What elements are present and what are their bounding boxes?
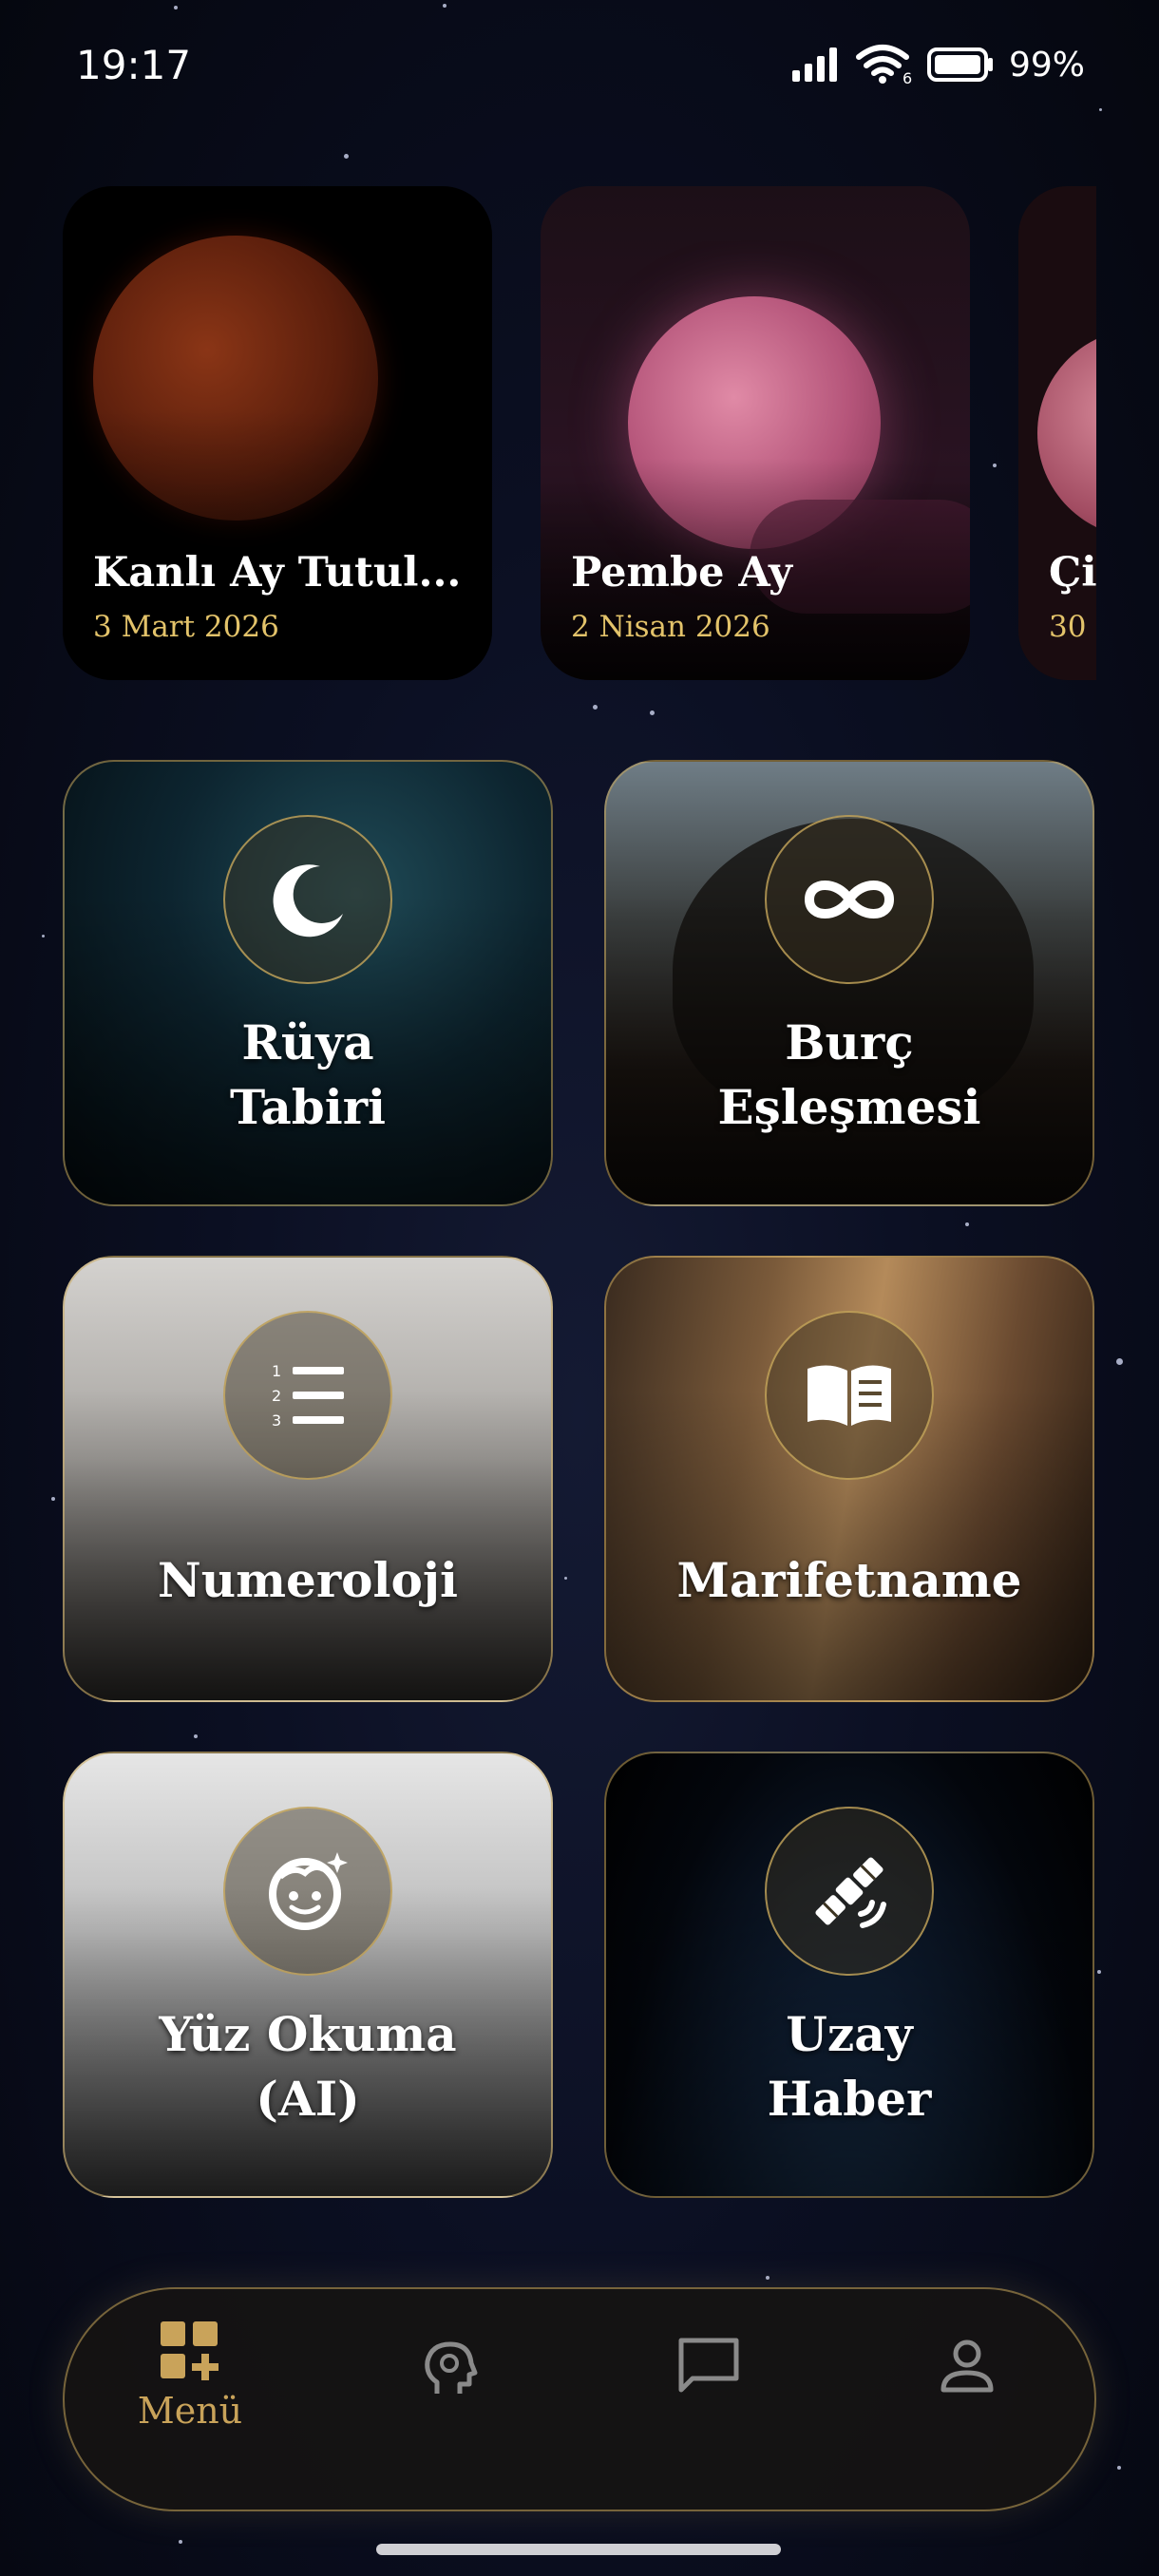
- profile-icon: [940, 2339, 994, 2393]
- card-shade: [541, 186, 970, 680]
- home-indicator[interactable]: [376, 2544, 781, 2555]
- nav-menu-label: Menü: [137, 2390, 243, 2432]
- tile-label-line1: Uzay: [786, 2006, 913, 2062]
- satellite-icon: [765, 1807, 934, 1976]
- tile-label-line2: Tabiri: [229, 1079, 387, 1135]
- nav-psychic[interactable]: [374, 2289, 526, 2513]
- event-card-blood-moon[interactable]: Kanlı Ay Tutul... 3 Mart 2026: [63, 186, 492, 680]
- moon-icon: [223, 815, 392, 984]
- infinity-icon: [765, 815, 934, 984]
- event-title: Kanlı Ay Tutul...: [93, 549, 462, 597]
- tile-numeroloji[interactable]: 1 2 3 Numeroloji: [63, 1256, 553, 1702]
- event-card-pink-moon[interactable]: Pembe Ay 2 Nisan 2026: [541, 186, 970, 680]
- card-shade: [63, 186, 492, 680]
- face-sparkle-icon: [223, 1807, 392, 1976]
- tile-label-line2: Eşleşmesi: [717, 1079, 981, 1135]
- event-date: 3 Mart 2026: [93, 610, 279, 644]
- tile-marifetname[interactable]: Marifetname: [604, 1256, 1094, 1702]
- event-card-partial[interactable]: Çil 30: [1018, 186, 1096, 680]
- tile-uzay-haber[interactable]: Uzay Haber: [604, 1752, 1094, 2198]
- event-date: 30: [1049, 610, 1087, 644]
- wifi-badge: 6: [902, 69, 912, 85]
- nav-profile[interactable]: [891, 2289, 1043, 2513]
- tile-yuz-okuma[interactable]: Yüz Okuma (AI): [63, 1752, 553, 2198]
- event-title: Pembe Ay: [571, 549, 793, 597]
- numbered-list-icon: 1 2 3: [223, 1311, 392, 1480]
- event-date: 2 Nisan 2026: [571, 610, 770, 644]
- tile-burc-eslesmesi[interactable]: Burç Eşleşmesi: [604, 760, 1094, 1206]
- tile-label: Uzay Haber: [606, 2002, 1092, 2131]
- tile-label: Marifetname: [606, 1548, 1092, 1613]
- partial-moon-image: [1037, 329, 1096, 538]
- tile-label-line1: Rüya: [241, 1014, 374, 1070]
- chat-icon: [678, 2338, 739, 2393]
- bottom-navigation: Menü: [63, 2287, 1096, 2511]
- battery-percent: 99%: [1008, 45, 1085, 85]
- menu-icon: [161, 2321, 218, 2380]
- nav-chat[interactable]: [633, 2289, 785, 2513]
- status-bar: 19:17 6 99%: [0, 0, 1159, 133]
- events-carousel[interactable]: Kanlı Ay Tutul... 3 Mart 2026 Pembe Ay 2…: [63, 186, 1096, 680]
- tile-label: Burç Eşleşmesi: [606, 1011, 1092, 1140]
- tile-label-line1: Burç: [785, 1014, 914, 1070]
- tile-label-line2: Haber: [767, 2071, 932, 2127]
- tile-label-line1: Numeroloji: [158, 1552, 458, 1608]
- tile-label: Numeroloji: [65, 1548, 551, 1613]
- svg-text:2: 2: [272, 1387, 281, 1405]
- battery-icon: [926, 47, 993, 82]
- wifi-icon: 6: [855, 45, 912, 85]
- signal-icon: [791, 47, 837, 82]
- open-book-icon: [765, 1311, 934, 1480]
- tile-label-line1: Yüz Okuma: [159, 2006, 457, 2062]
- tile-label-line1: Marifetname: [676, 1552, 1022, 1608]
- nav-menu[interactable]: Menü: [114, 2289, 266, 2513]
- psychic-head-icon: [425, 2341, 478, 2394]
- svg-text:1: 1: [272, 1362, 281, 1380]
- tile-label: Rüya Tabiri: [65, 1011, 551, 1140]
- tile-ruya-tabiri[interactable]: Rüya Tabiri: [63, 760, 553, 1206]
- status-time: 19:17: [76, 42, 192, 88]
- event-title: Çil: [1049, 549, 1096, 597]
- status-icons: 6 99%: [790, 44, 1085, 85]
- tile-label-line2: (AI): [256, 2071, 360, 2127]
- svg-text:3: 3: [272, 1411, 281, 1430]
- tile-label: Yüz Okuma (AI): [65, 2002, 551, 2131]
